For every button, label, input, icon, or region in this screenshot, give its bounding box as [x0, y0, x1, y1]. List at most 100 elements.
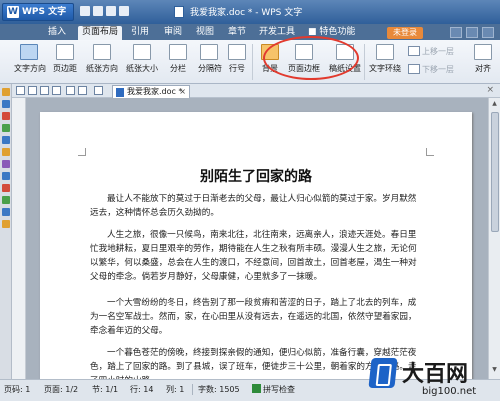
ribbon-separator — [364, 44, 365, 80]
status-col: 列: 1 — [166, 385, 185, 394]
app-icon — [2, 124, 10, 132]
new-icon[interactable] — [80, 6, 90, 16]
watermark-logo: 大百网 big100.net — [368, 356, 500, 401]
print-icon[interactable] — [119, 6, 129, 16]
doc-icon[interactable] — [16, 86, 25, 95]
spellcheck-toggle[interactable]: 拼写检查 — [252, 384, 295, 395]
text-direction-button[interactable]: 文字方向 — [14, 44, 46, 74]
orientation-label: 纸张方向 — [86, 64, 118, 73]
highlight-circle — [263, 36, 359, 80]
app-icon — [2, 136, 10, 144]
doc-tab-icon — [116, 88, 124, 97]
paragraph: 最让人不能放下的莫过于日渐老去的父母，最让人归心似箭的莫过于家。岁月默然远去，这… — [90, 194, 417, 218]
login-button[interactable]: 未登录 — [387, 27, 423, 39]
app-name: WPS 文字 — [22, 7, 67, 17]
open-icon[interactable] — [93, 6, 103, 16]
menu-insert[interactable]: 插入 — [44, 26, 70, 39]
text-direction-label: 文字方向 — [14, 64, 46, 73]
breaks-icon — [200, 44, 218, 60]
paragraph: 人生之旅，很像一只候鸟，南来北往，北往南来，远离亲人，浪迹天涯处。春日里忙我地耕… — [90, 230, 417, 282]
breaks-label: 分隔符 — [198, 64, 222, 73]
undo-icon[interactable] — [66, 86, 75, 95]
preview-icon[interactable] — [52, 86, 61, 95]
menu-view[interactable]: 视图 — [192, 26, 218, 39]
print-icon[interactable] — [40, 86, 49, 95]
redo-icon[interactable] — [78, 86, 87, 95]
text-direction-icon — [20, 44, 38, 60]
maximize-icon[interactable] — [466, 27, 478, 38]
vertical-scrollbar[interactable]: ▲ ▼ — [488, 98, 500, 379]
close-icon[interactable] — [482, 27, 494, 38]
menu-page-layout[interactable]: 页面布局 — [78, 26, 123, 40]
ribbon-separator — [252, 44, 253, 80]
app-icon — [2, 100, 10, 108]
left-strip — [0, 84, 12, 384]
ribbon-toolbar: 文字方向 页边距 纸张方向 纸张大小 分栏 分隔符 行号 背景 页面边框 稿纸设… — [0, 40, 500, 84]
send-backward-label[interactable]: 下移一层 — [422, 64, 454, 75]
app-icon — [2, 196, 10, 204]
save-icon[interactable] — [106, 6, 116, 16]
margins-button[interactable]: 页边距 — [52, 44, 78, 74]
quick-access-bar: 我爱我家.doc * × × — [12, 84, 500, 98]
status-pages: 页面: 1/2 — [44, 385, 79, 394]
send-backward-icon[interactable] — [408, 64, 420, 74]
document-tab[interactable]: 我爱我家.doc * × — [112, 85, 190, 98]
app-icon — [2, 172, 10, 180]
status-separator — [192, 384, 193, 395]
app-icon — [2, 112, 10, 120]
line-numbers-label: 行号 — [229, 64, 245, 73]
align-label: 对齐 — [475, 64, 491, 73]
align-icon — [474, 44, 492, 60]
minimize-icon[interactable] — [450, 27, 462, 38]
paper-size-icon — [133, 44, 151, 60]
wps-logo-icon: W — [7, 6, 19, 18]
app-icon — [2, 208, 10, 216]
vertical-ruler — [12, 98, 26, 379]
scroll-thumb[interactable] — [491, 112, 499, 232]
menu-bar: 插入 页面布局 引用 审阅 视图 章节 开发工具 ■ 特色功能 未登录 — [0, 24, 500, 40]
tab-close-icon[interactable]: × — [179, 86, 186, 98]
margins-icon — [56, 44, 74, 60]
menu-references[interactable]: 引用 — [127, 26, 153, 39]
text-wrap-label: 文字环绕 — [369, 64, 401, 73]
status-page: 页码: 1 — [4, 385, 31, 394]
folder-icon — [2, 88, 10, 96]
window-close-icon[interactable]: × — [486, 85, 494, 95]
menu-chapter[interactable]: 章节 — [224, 26, 250, 39]
doc-tab-label: 我爱我家.doc * — [127, 87, 183, 96]
align-button[interactable]: 对齐 — [470, 44, 496, 74]
watermark-brand: 大百网 — [402, 362, 469, 387]
save-icon[interactable] — [28, 86, 37, 95]
paper-size-button[interactable]: 纸张大小 — [126, 44, 158, 74]
scroll-up-icon[interactable]: ▲ — [489, 100, 500, 110]
paragraph: 一个大雪纷纷的冬日，终告别了那一段贫瘠和苦涩的日子，踏上了北去的列车，成为一名空… — [90, 298, 417, 336]
document-area: 别陌生了回家的路 最让人不能放下的莫过于日渐老去的父母，最让人归心似箭的莫过于家… — [26, 98, 488, 379]
orientation-icon — [93, 44, 111, 60]
menu-review[interactable]: 审阅 — [160, 26, 186, 39]
document-page[interactable]: 别陌生了回家的路 最让人不能放下的莫过于日渐老去的父母，最让人归心似箭的莫过于家… — [40, 112, 472, 379]
bring-forward-label[interactable]: 上移一层 — [422, 46, 454, 57]
document-title: 别陌生了回家的路 — [200, 169, 312, 185]
status-words: 字数: 1505 — [198, 385, 240, 394]
window-title: 我爱我家.doc * - WPS 文字 — [190, 8, 303, 18]
bring-forward-icon[interactable] — [408, 46, 420, 56]
line-numbers-icon — [228, 44, 246, 60]
title-quick-icons — [80, 6, 140, 18]
app-menu-button[interactable]: WWPS 文字 ▾ — [2, 3, 74, 33]
dropdown-icon[interactable] — [94, 86, 103, 95]
title-bar: WWPS 文字 ▾ 我爱我家.doc * - WPS 文字 — [0, 0, 500, 33]
watermark-url: big100.net — [422, 386, 477, 397]
columns-button[interactable]: 分栏 — [166, 44, 190, 74]
brand-logo-icon — [368, 358, 398, 388]
spellcheck-icon — [252, 384, 261, 393]
line-numbers-button[interactable]: 行号 — [226, 44, 248, 74]
text-wrap-button[interactable]: 文字环绕 — [368, 44, 402, 74]
status-row: 行: 14 — [130, 385, 154, 394]
paper-size-label: 纸张大小 — [126, 64, 158, 73]
columns-icon — [169, 44, 187, 60]
text-wrap-icon — [376, 44, 394, 60]
app-icon — [2, 184, 10, 192]
app-icon — [2, 160, 10, 168]
breaks-button[interactable]: 分隔符 — [198, 44, 222, 74]
orientation-button[interactable]: 纸张方向 — [86, 44, 118, 74]
